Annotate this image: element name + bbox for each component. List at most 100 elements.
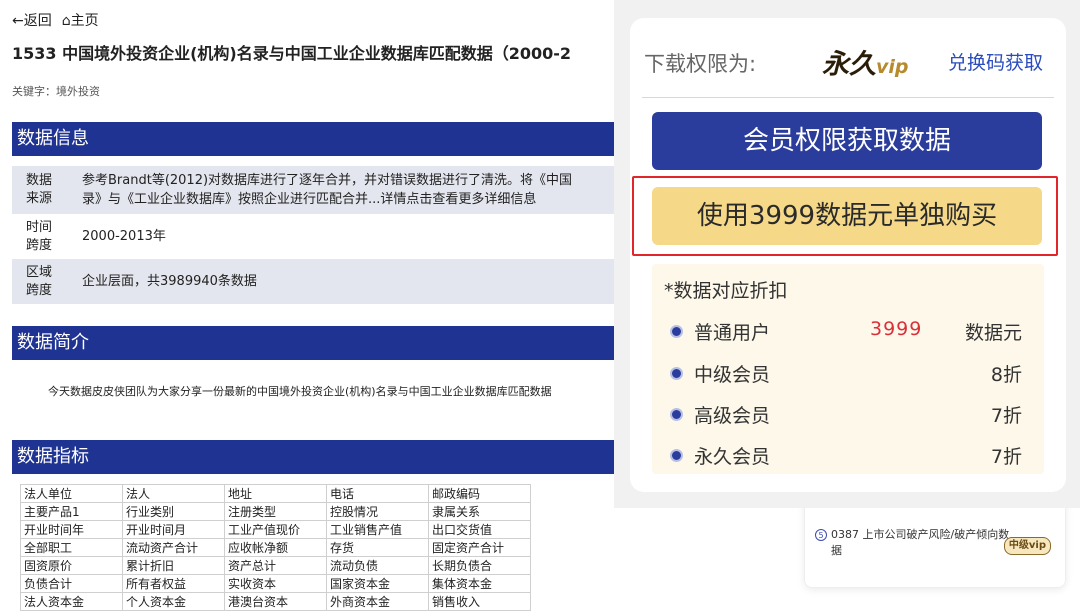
info-value-details-link[interactable]: 录》与《工业企业数据库》按照企业进行匹配合并...详情点击查看更多详细信息 [82,192,536,207]
field-grid-row: 负债合计 所有者权益 实收资本 国家资本金 集体资本金 [20,574,531,593]
field-grid-row: 开业时间年 开业时间月 工业产值现价 工业销售产值 出口交货值 [20,520,531,539]
discount-row-rate: 7折 [990,405,1022,427]
field-grid-cell: 地址 [224,484,327,503]
discount-row-name: 高级会员 [694,405,771,427]
discount-row-name: 中级会员 [694,364,771,386]
field-grid-cell: 工业销售产值 [326,520,429,539]
field-grid-cell: 集体资本金 [428,574,531,593]
field-grid-cell: 隶属关系 [428,502,531,521]
info-value-line: 参考Brandt等(2012)对数据库进行了逐年合并，并对错误数据进行了清洗。将… [82,173,573,188]
field-grid-cell: 出口交货值 [428,520,531,539]
info-label-line: 跨度 [26,237,53,253]
field-grid-cell: 流动负债 [326,556,429,575]
field-grid-cell: 港澳台资本 [224,592,327,611]
info-row-time: 时间跨度 2000-2013年 [12,214,624,259]
item-number-badge: 5 [815,529,827,541]
keywords: 关键字：境外投资 [12,85,100,98]
field-grid-cell: 法人单位 [20,484,123,503]
field-grid-cell: 存货 [326,538,429,557]
purchase-overlay: 下载权限为: 永久vip 兑换码获取 会员权限获取数据 使用3999数据元单独购… [614,0,1080,508]
home-link[interactable]: ⌂主页 [62,10,99,30]
field-grid: 法人单位 法人 地址 电话 邮政编码 主要产品1 行业类别 注册类型 控股情况 隶属关系 开业时间年… [20,484,531,611]
info-row-region: 区域跨度 企业层面，共3989940条数据 [12,259,624,304]
info-label-line: 数据 [26,173,53,188]
info-label-line: 区域 [26,264,53,280]
field-grid-cell: 实收资本 [224,574,327,593]
section-header-fields: 数据指标 [12,440,624,474]
info-label-line: 来源 [26,191,53,206]
field-grid-cell: 邮政编码 [428,484,531,503]
field-grid-cell: 开业时间年 [20,520,123,539]
field-grid-row: 固资原价 累计折旧 资产总计 流动负债 长期负债合 [20,556,531,575]
field-grid-cell: 长期负债合 [428,556,531,575]
field-grid-row: 全部职工 流动资产合计 应收帐净额 存货 固定资产合计 [20,538,531,557]
discount-box: *数据对应折扣 普通用户 3999 数据元 中级会员 8折 高级会员 7折 永久… [652,264,1044,474]
vip-badge: 中级vip [1003,537,1051,555]
bullet-icon [670,408,683,421]
discount-title: *数据对应折扣 [664,280,788,302]
info-value: 企业层面，共3989940条数据 [82,274,257,289]
bullet-icon [670,449,683,462]
section-header-intro: 数据简介 [12,326,624,360]
field-grid-cell: 应收帐净额 [224,538,327,557]
home-link-label: 主页 [70,13,99,29]
discount-row-name: 普通用户 [694,322,771,344]
panel-divider [642,97,1054,98]
field-grid-cell: 全部职工 [20,538,123,557]
permission-label: 下载权限为: [644,52,757,76]
field-grid-row: 法人单位 法人 地址 电话 邮政编码 [20,484,531,503]
field-grid-cell: 主要产品1 [20,502,123,521]
discount-row-unit: 数据元 [964,322,1022,344]
field-grid-cell: 流动资产合计 [122,538,225,557]
top-nav: ←返回 ⌂主页 [12,10,99,30]
related-data-item-text: 0387 上市公司破产风险/破产倾向数据 [831,528,1010,557]
member-access-button[interactable]: 会员权限获取数据 [652,112,1042,170]
permanent-vip-logo: 永久vip [822,42,909,81]
field-grid-cell: 固定资产合计 [428,538,531,557]
field-grid-cell: 累计折旧 [122,556,225,575]
discount-row-normal: 普通用户 3999 数据元 [670,316,1022,346]
single-purchase-button[interactable]: 使用3999数据元单独购买 [652,187,1042,245]
info-label: 时间 跨度 [12,214,70,259]
info-table: 数据来源 参考Brandt等(2012)对数据库进行了逐年合并，并对错误数据进行… [12,166,624,304]
info-label: 区域 跨度 [12,259,70,304]
discount-row-rate: 7折 [990,446,1022,468]
field-grid-row: 主要产品1 行业类别 注册类型 控股情况 隶属关系 [20,502,531,521]
field-grid-cell: 开业时间月 [122,520,225,539]
field-grid-cell: 负债合计 [20,574,123,593]
field-grid-cell: 行业类别 [122,502,225,521]
field-grid-cell: 控股情况 [326,502,429,521]
back-link[interactable]: ←返回 [12,10,52,30]
field-grid-cell: 所有者权益 [122,574,225,593]
redeem-code-link[interactable]: 兑换码获取 [948,48,1043,75]
info-label-line: 时间 [26,219,53,235]
field-grid-row: 法人资本金 个人资本金 港澳台资本 外商资本金 销售收入 [20,592,531,611]
info-value: 2000-2013年 [82,229,166,244]
field-grid-cell: 固资原价 [20,556,123,575]
info-label-line: 跨度 [26,282,53,298]
field-grid-cell: 个人资本金 [122,592,225,611]
related-data-item[interactable]: 5 0387 上市公司破产风险/破产倾向数据 中级vip [815,527,1055,557]
field-grid-cell: 工业产值现价 [224,520,327,539]
bullet-icon [670,367,683,380]
section-header-info: 数据信息 [12,122,624,156]
field-grid-cell: 销售收入 [428,592,531,611]
permanent-vip-logo-vip: vip [876,56,909,78]
field-grid-cell: 资产总计 [224,556,327,575]
discount-row-price: 3999 [870,318,923,340]
bullet-icon [670,325,683,338]
home-icon: ⌂ [61,13,71,29]
page-title: 1533 中国境外投资企业(机构)名录与中国工业企业数据库匹配数据（2000-2 [12,44,572,63]
field-grid-cell: 法人 [122,484,225,503]
discount-row-rate: 8折 [990,364,1022,386]
intro-text: 今天数据皮皮侠团队为大家分享一份最新的中国境外投资企业(机构)名录与中国工业企业… [48,385,552,398]
discount-row-permanent: 永久会员 7折 [670,440,1022,470]
permanent-vip-logo-main: 永久 [822,49,876,80]
field-grid-cell: 法人资本金 [20,592,123,611]
field-grid-cell: 外商资本金 [326,592,429,611]
discount-row-advanced: 高级会员 7折 [670,399,1022,429]
field-grid-cell: 电话 [326,484,429,503]
info-value: 参考Brandt等(2012)对数据库进行了逐年合并，并对错误数据进行了清洗。将… [70,166,624,214]
discount-row-name: 永久会员 [694,446,771,468]
field-grid-cell: 国家资本金 [326,574,429,593]
